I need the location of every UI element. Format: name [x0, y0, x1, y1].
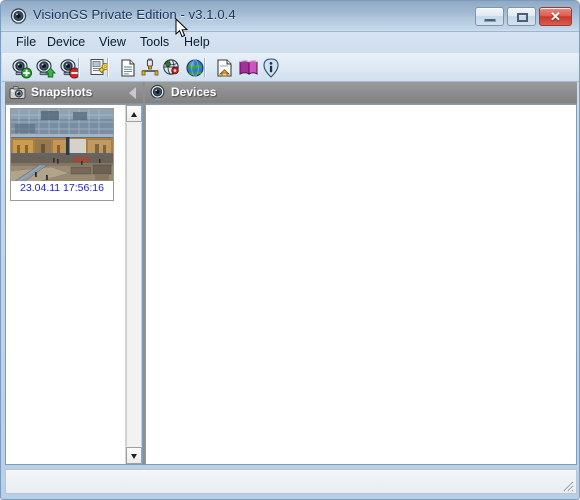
snapshot-list-item[interactable]: 23.04.11 17:56:16: [10, 108, 114, 201]
camera-add-icon: [12, 59, 32, 79]
camera-icon: [9, 84, 26, 101]
globe-icon: [186, 59, 204, 77]
globe-camera-icon: [163, 59, 179, 75]
collapse-left-arrow-icon[interactable]: [129, 87, 136, 99]
menu-item-help[interactable]: Help: [182, 35, 212, 50]
toolbar: [2, 53, 579, 82]
scroll-down-button[interactable]: [126, 447, 142, 464]
info-icon: [263, 58, 279, 78]
menu-item-file[interactable]: File: [14, 35, 38, 50]
snapshots-scrollbar[interactable]: [125, 105, 142, 464]
snapshot-thumbnail[interactable]: [11, 109, 113, 181]
close-button[interactable]: ✕: [539, 7, 572, 26]
minimize-button[interactable]: [475, 7, 504, 26]
web-server-button[interactable]: [184, 57, 206, 79]
maximize-button[interactable]: [507, 7, 536, 26]
menu-item-tools[interactable]: Tools: [138, 35, 171, 50]
report-button[interactable]: [117, 57, 139, 79]
toolbar-separator: [78, 58, 80, 77]
about-button[interactable]: [260, 57, 282, 79]
connect-device-button[interactable]: [34, 57, 57, 79]
maximize-icon: [517, 13, 528, 22]
snapshots-panel-header: Snapshots: [5, 82, 143, 103]
camera-connect-icon: [36, 59, 57, 78]
snapshots-panel-body: 23.04.11 17:56:16: [5, 104, 143, 465]
snapshots-panel-title: Snapshots: [31, 85, 93, 99]
devices-panel-header: Devices: [145, 82, 577, 103]
scroll-down-arrow-icon: [131, 454, 137, 459]
devices-panel-title: Devices: [171, 85, 217, 99]
ftp-plug-icon: [141, 58, 159, 76]
status-bar: [5, 469, 577, 494]
minimize-icon: [484, 19, 496, 22]
resize-grip-icon[interactable]: [560, 478, 574, 492]
devices-panel-body[interactable]: [145, 104, 577, 465]
home-page-icon: [217, 59, 232, 77]
menu-item-device[interactable]: Device: [45, 35, 87, 50]
document-icon: [121, 59, 135, 77]
title-bar[interactable]: VisionGS Private Edition - v3.1.0.4 ✕: [1, 1, 579, 32]
help-book-button[interactable]: [237, 57, 259, 79]
application-window: VisionGS Private Edition - v3.1.0.4 ✕ Fi…: [0, 0, 580, 500]
webcam-icon: [149, 84, 166, 101]
menu-bar: File Device View Tools Help: [2, 32, 579, 53]
homepage-button[interactable]: [214, 57, 236, 79]
close-icon: ✕: [550, 9, 561, 24]
web-camera-button[interactable]: [161, 57, 183, 79]
toolbar-separator: [107, 58, 109, 77]
menu-item-view[interactable]: View: [97, 35, 128, 50]
snapshot-timestamp: 23.04.11 17:56:16: [20, 182, 104, 194]
book-icon: [239, 60, 258, 75]
scroll-up-arrow-icon: [131, 112, 137, 117]
camera-remove-icon: [60, 59, 80, 79]
title-bar-inner: VisionGS Private Edition - v3.1.0.4 ✕: [2, 2, 579, 30]
remove-device-button[interactable]: [58, 57, 80, 79]
scroll-up-button[interactable]: [126, 105, 142, 122]
window-title: VisionGS Private Edition - v3.1.0.4: [33, 7, 236, 22]
toolbar-separator: [204, 58, 206, 77]
scrollbar-track[interactable]: [126, 123, 142, 446]
client-area: Snapshots 23.04.11 17:56:16 Devices: [5, 82, 577, 465]
webcam-icon: [10, 8, 27, 25]
add-device-button[interactable]: [10, 57, 32, 79]
ftp-upload-button[interactable]: [139, 57, 161, 79]
